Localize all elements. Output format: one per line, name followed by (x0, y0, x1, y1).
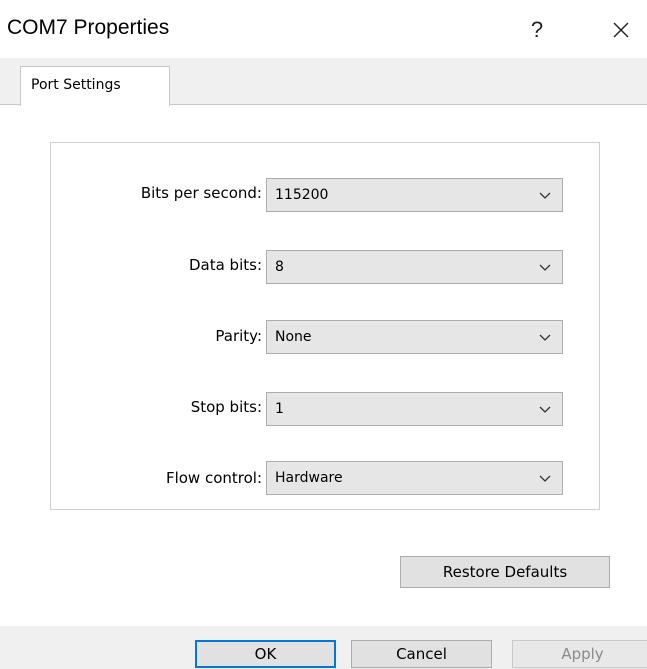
properties-dialog: COM7 Properties ? Port Settings Bits per… (0, 0, 647, 669)
help-icon: ? (530, 17, 544, 42)
title-bar: COM7 Properties ? (0, 0, 647, 58)
bits-per-second-select[interactable]: 115200 (266, 178, 563, 212)
parity-value: None (275, 329, 312, 345)
tab-panel-port-settings: Bits per second: 115200 Data bits: 8 Par… (0, 104, 647, 626)
stop-bits-select[interactable]: 1 (266, 392, 563, 426)
bits-per-second-label: Bits per second: (140, 184, 262, 202)
data-bits-value: 8 (275, 259, 284, 275)
window-title: COM7 Properties (7, 16, 170, 39)
flow-control-value: Hardware (275, 470, 343, 486)
data-bits-label: Data bits: (188, 256, 262, 274)
close-button[interactable] (599, 10, 643, 50)
chevron-down-icon (539, 264, 551, 271)
cancel-button[interactable]: Cancel (351, 640, 492, 668)
chevron-down-icon (539, 475, 551, 482)
stop-bits-label: Stop bits: (190, 398, 262, 416)
chevron-down-icon (539, 334, 551, 341)
flow-control-select[interactable]: Hardware (266, 461, 563, 495)
bits-per-second-value: 115200 (275, 187, 329, 203)
data-bits-select[interactable]: 8 (266, 250, 563, 284)
tab-port-settings[interactable]: Port Settings (20, 66, 170, 106)
stop-bits-value: 1 (275, 401, 284, 417)
ok-button[interactable]: OK (195, 640, 336, 668)
tab-label: Port Settings (31, 77, 121, 93)
restore-defaults-button[interactable]: Restore Defaults (400, 556, 610, 588)
chevron-down-icon (539, 192, 551, 199)
dialog-footer: OK Cancel Apply (0, 626, 647, 669)
apply-button[interactable]: Apply (512, 640, 647, 668)
chevron-down-icon (539, 406, 551, 413)
help-button[interactable]: ? (515, 10, 559, 50)
flow-control-label: Flow control: (165, 469, 262, 487)
parity-label: Parity: (215, 327, 262, 345)
parity-select[interactable]: None (266, 320, 563, 354)
close-icon (613, 22, 629, 38)
